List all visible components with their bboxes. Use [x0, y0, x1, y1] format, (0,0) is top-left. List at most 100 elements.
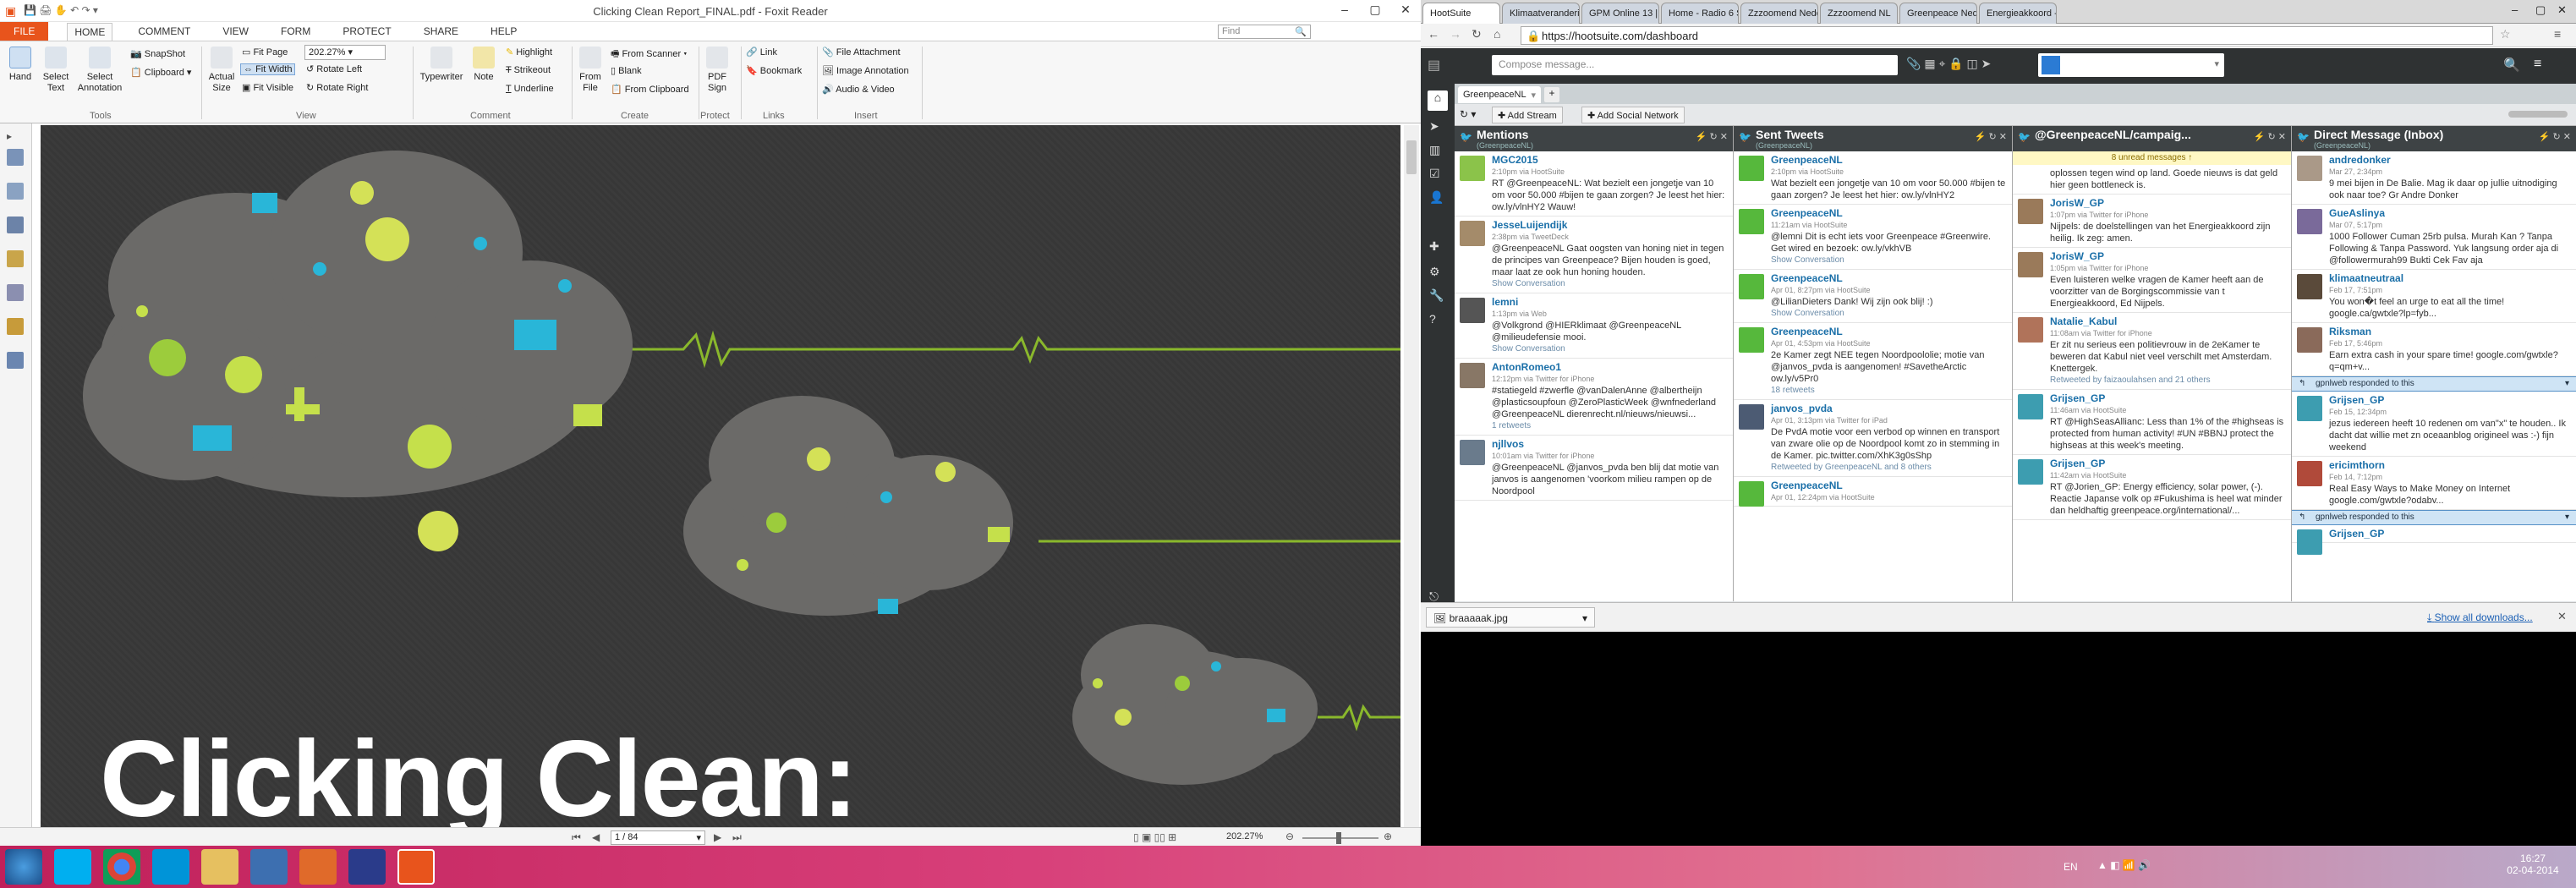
profile-picker[interactable]: ▾ — [2038, 53, 2224, 77]
browser-tab[interactable]: Zzzoomend Nede... — [1740, 3, 1818, 24]
tab-greenpeacenl[interactable]: GreenpeaceNL ▾ — [1458, 86, 1541, 103]
list-item[interactable]: JorisW_GP 1:05pm via Twitter for iPhone Ev… — [2013, 248, 2291, 313]
post-author[interactable]: GreenpeaceNL — [1771, 154, 2007, 166]
link-button[interactable]: 🔗 Link — [746, 47, 777, 58]
file-explorer-icon[interactable] — [201, 849, 238, 885]
app-icon[interactable] — [250, 849, 288, 885]
list-item[interactable]: Riksman Feb 17, 5:46pm Earn extra cash in … — [2292, 323, 2576, 376]
menu-protect[interactable]: PROTECT — [336, 23, 397, 40]
menu-comment[interactable]: COMMENT — [131, 23, 197, 40]
note-button[interactable]: Note — [469, 47, 499, 83]
zoom-out-icon[interactable]: ⊖ — [1285, 830, 1294, 842]
post-author[interactable]: GreenpeaceNL — [1771, 272, 2007, 284]
fit-visible-button[interactable]: ▣ Fit Visible — [242, 82, 293, 93]
compose-input[interactable]: Compose message... — [1492, 55, 1898, 75]
layers-icon[interactable] — [7, 217, 24, 233]
add-stream-button[interactable]: ✚ Add Stream — [1492, 107, 1563, 123]
show-conversation-link[interactable]: Show Conversation — [1492, 278, 1728, 290]
contacts-icon[interactable]: 👤 — [1429, 190, 1444, 205]
menu-home[interactable]: HOME — [67, 22, 113, 41]
column-controls-icons[interactable]: ⚡ ↻ ✕ — [2539, 131, 2571, 142]
post-author[interactable]: Grijsen_GP — [2329, 394, 2571, 406]
column-width-slider[interactable] — [2508, 111, 2568, 118]
pages-icon[interactable] — [7, 183, 24, 200]
zoom-in-icon[interactable]: ⊕ — [1384, 830, 1392, 842]
maximize-icon[interactable]: ▢ — [2535, 3, 2546, 17]
list-item[interactable]: GreenpeaceNL Apr 01, 4:53pm via HootSuite… — [1734, 323, 2012, 400]
fit-width-button[interactable]: ⇔ Fit Width — [240, 63, 296, 75]
zoom-select[interactable]: 202.27% ▾ — [304, 45, 386, 60]
responded-notice[interactable]: ↰ gpnlweb responded to this ▾ — [2292, 510, 2576, 525]
list-item[interactable]: janvos_pvda Apr 01, 3:13pm via Twitter fo… — [1734, 400, 2012, 477]
unread-messages-banner[interactable]: 8 unread messages ↑ — [2013, 151, 2291, 165]
fit-page-button[interactable]: ▭ Fit Page — [242, 47, 288, 58]
star-icon[interactable]: ☆ — [2500, 27, 2511, 41]
actual-size-button[interactable]: Actual Size — [206, 47, 237, 94]
signatures-icon[interactable] — [7, 352, 24, 369]
chrome-icon[interactable] — [103, 849, 140, 885]
close-icon[interactable]: ✕ — [2557, 610, 2567, 623]
photoshop-icon[interactable] — [348, 849, 386, 885]
add-social-network-button[interactable]: ✚ Add Social Network — [1581, 107, 1685, 123]
help-icon[interactable]: ? — [1429, 312, 1436, 326]
typewriter-button[interactable]: Typewriter — [418, 47, 465, 83]
responded-notice[interactable]: ↰ gpnlweb responded to this ▾ — [2292, 376, 2576, 392]
list-item[interactable]: GueAslinya Mar 07, 5:17pm 1000 Follower Cu… — [2292, 205, 2576, 270]
browser-tab[interactable]: GPM Online 13 | ... — [1581, 3, 1659, 24]
rotate-left-button[interactable]: ↺ Rotate Left — [306, 63, 362, 74]
list-item[interactable]: MGC2015 2:10pm via HootSuite RT @Greenpeac… — [1455, 151, 1733, 217]
list-item[interactable]: GreenpeaceNL Apr 01, 12:24pm via HootSuit… — [1734, 477, 2012, 507]
list-item[interactable]: Grijsen_GP 11:42am via HootSuite RT @Jorie… — [2013, 455, 2291, 520]
owl-logo-icon[interactable]: ▤ — [1428, 57, 1448, 75]
browser-tab[interactable]: Zzzoomend NL — [1820, 3, 1898, 24]
settings-icon[interactable]: ⚙ — [1429, 265, 1440, 279]
from-clipboard-button[interactable]: 📋 From Clipboard — [611, 84, 689, 95]
underline-button[interactable]: T Underline — [506, 84, 554, 94]
zoom-slider-handle[interactable] — [1336, 832, 1341, 844]
menu-share[interactable]: SHARE — [417, 23, 465, 40]
image-annotation-button[interactable]: 🖼 Image Annotation — [822, 65, 909, 76]
compose-tools-icons[interactable]: 📎 ▦ ⌖ 🔒 ◫ ➤ — [1906, 57, 1991, 71]
minimize-icon[interactable]: – — [1329, 0, 1360, 19]
skype-icon[interactable] — [54, 849, 91, 885]
from-file-button[interactable]: From File — [575, 47, 606, 94]
search-icon[interactable]: 🔍 — [2503, 57, 2520, 74]
list-item[interactable]: njllvos 10:01am via Twitter for iPhone @Gr… — [1455, 436, 1733, 501]
forward-icon[interactable]: → — [1450, 27, 1461, 41]
list-item[interactable]: andredonker Mar 27, 2:34pm 9 mei bijen in … — [2292, 151, 2576, 205]
from-scanner-button[interactable]: 🖷 From Scanner ▾ — [611, 47, 687, 63]
add-tab-button[interactable]: + — [1544, 87, 1559, 102]
list-item[interactable]: Natalie_Kabul 11:08am via Twitter for iPh… — [2013, 313, 2291, 390]
list-item[interactable]: lemni 1:13pm via Web @Volkgrond @HIERklima… — [1455, 293, 1733, 359]
column-controls-icons[interactable]: ⚡ ↻ ✕ — [2254, 131, 2286, 142]
firefox-icon[interactable] — [299, 849, 337, 885]
post-author[interactable]: AntonRomeo1 — [1492, 361, 1728, 373]
list-item[interactable]: JorisW_GP 1:07pm via Twitter for iPhone Ni… — [2013, 195, 2291, 248]
page-number-input[interactable]: 1 / 84 ▾ — [611, 830, 705, 845]
list-item[interactable]: GreenpeaceNL 2:10pm via HootSuite Wat bezi… — [1734, 151, 2012, 205]
attachments-icon[interactable] — [7, 284, 24, 301]
list-item[interactable]: oplossen tegen wind op land. Goede nieuw… — [2013, 165, 2291, 195]
post-author[interactable]: JesseLuijendijk — [1492, 219, 1728, 231]
post-author[interactable]: JorisW_GP — [2050, 197, 2286, 209]
file-attachment-button[interactable]: 📎 File Attachment — [822, 47, 901, 58]
list-item[interactable]: JesseLuijendijk 2:38pm via TweetDeck @Gree… — [1455, 217, 1733, 293]
list-item[interactable]: GreenpeaceNL Apr 01, 8:27pm via HootSuite… — [1734, 270, 2012, 323]
list-item[interactable]: GreenpeaceNL 11:21am via HootSuite @lemni … — [1734, 205, 2012, 270]
post-author[interactable]: njllvos — [1492, 438, 1728, 450]
list-item[interactable]: klimaatneutraal Feb 17, 7:51pm You won�t f… — [2292, 270, 2576, 323]
download-item[interactable]: 🖼 braaaaak.jpg ▾ — [1426, 607, 1595, 628]
skype-icon[interactable] — [152, 849, 189, 885]
browser-tab[interactable]: Home - Radio 6 S... — [1661, 3, 1739, 24]
column-controls-icons[interactable]: ⚡ ↻ ✕ — [1975, 131, 2007, 142]
last-page-icon[interactable]: ⏭ — [732, 831, 742, 844]
show-conversation-link[interactable]: Show Conversation — [1771, 308, 2007, 320]
foxit-reader-icon[interactable] — [397, 849, 435, 885]
snapshot-button[interactable]: 📷 SnapShot — [130, 48, 185, 59]
reload-icon[interactable]: ↻ — [1472, 27, 1482, 41]
rotate-right-button[interactable]: ↻ Rotate Right — [306, 82, 368, 93]
post-author[interactable]: Grijsen_GP — [2050, 392, 2286, 404]
expand-panel-icon[interactable]: ▸ — [7, 130, 12, 142]
home-icon[interactable]: ⌂ — [1428, 90, 1448, 111]
comments-icon[interactable] — [7, 250, 24, 267]
